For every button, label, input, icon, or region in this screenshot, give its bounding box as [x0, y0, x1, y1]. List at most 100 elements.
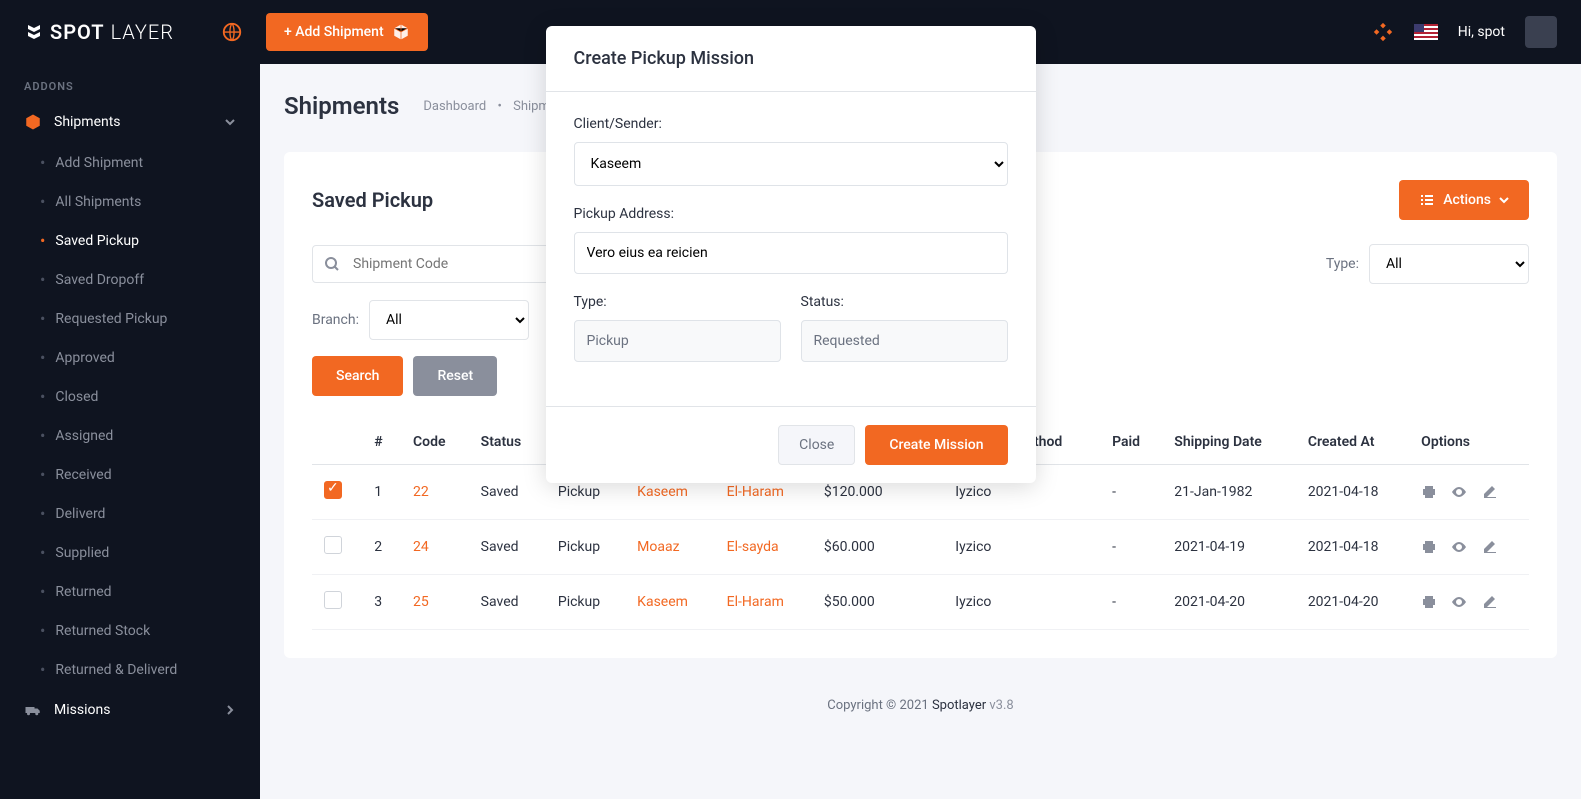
sidebar-item-assigned[interactable]: Assigned [0, 416, 260, 455]
chevron-down-icon [224, 116, 236, 128]
cell-num: 1 [362, 465, 401, 520]
type-filter-select[interactable]: All [1369, 244, 1529, 284]
chevron-right-icon [224, 704, 236, 716]
sidebar-item-label: Requested Pickup [55, 311, 167, 327]
footer: Copyright © 2021 Spotlayer v3.8 [284, 678, 1557, 733]
sidebar-item-label: Returned & Deliverd [55, 662, 177, 678]
card-title: Saved Pickup [312, 188, 433, 212]
search-button[interactable]: Search [312, 356, 403, 396]
list-icon [1419, 192, 1435, 208]
cell-client[interactable]: Kaseem [637, 594, 688, 610]
reset-button[interactable]: Reset [413, 356, 497, 396]
col-options: Options [1409, 420, 1529, 465]
row-checkbox[interactable] [324, 536, 342, 554]
cell-paid: - [1100, 575, 1162, 630]
sidebar-item-closed[interactable]: Closed [0, 377, 260, 416]
modal-title: Create Pickup Mission [574, 48, 1008, 69]
add-shipment-label: + Add Shipment [284, 24, 384, 40]
sidebar-item-supplied[interactable]: Supplied [0, 533, 260, 572]
print-icon[interactable] [1421, 484, 1437, 500]
add-shipment-button[interactable]: + Add Shipment [266, 13, 428, 51]
cell-branch[interactable]: El-Haram [727, 594, 784, 610]
cell-shipdate: 2021-04-19 [1162, 520, 1296, 575]
cell-cost: $60.000 [812, 520, 943, 575]
row-checkbox[interactable] [324, 591, 342, 609]
sidebar-item-label: Approved [55, 350, 114, 366]
sidebar-item-label: Saved Pickup [55, 233, 139, 249]
sidebar-item-returned-stock[interactable]: Returned Stock [0, 611, 260, 650]
create-mission-button[interactable]: Create Mission [865, 425, 1007, 465]
cell-code[interactable]: 25 [413, 594, 429, 610]
sidebar-item-all-shipments[interactable]: All Shipments [0, 182, 260, 221]
breadcrumb-dashboard[interactable]: Dashboard [423, 99, 486, 114]
sidebar-item-missions[interactable]: Missions [0, 689, 260, 731]
avatar[interactable] [1525, 16, 1557, 48]
cell-branch[interactable]: El-Haram [727, 484, 784, 500]
sidebar-item-label: Received [55, 467, 111, 483]
cell-created: 2021-04-18 [1296, 465, 1409, 520]
cell-client[interactable]: Moaaz [637, 539, 679, 555]
sidebar-item-label: Supplied [55, 545, 109, 561]
sidebar-section-addons: ADDONS [0, 64, 260, 101]
sidebar-item-saved-pickup[interactable]: Saved Pickup [0, 221, 260, 260]
truck-icon [24, 701, 42, 719]
actions-button[interactable]: Actions [1399, 180, 1529, 220]
row-checkbox[interactable] [324, 481, 342, 499]
sidebar-item-label: Deliverd [55, 506, 105, 522]
sidebar-item-requested-pickup[interactable]: Requested Pickup [0, 299, 260, 338]
cell-code[interactable]: 22 [413, 484, 429, 500]
cell-type: Pickup [546, 520, 625, 575]
sidebar-item-label: Closed [55, 389, 98, 405]
branch-filter-label: Branch: [312, 312, 359, 328]
client-select[interactable]: Kaseem [574, 142, 1008, 186]
sidebar-item-returned[interactable]: Returned [0, 572, 260, 611]
apps-icon[interactable] [1372, 21, 1394, 43]
close-button[interactable]: Close [778, 425, 855, 465]
col-shipdate: Shipping Date [1162, 420, 1296, 465]
sidebar-item-add-shipment[interactable]: Add Shipment [0, 143, 260, 182]
type-filter-label: Type: [1326, 256, 1359, 272]
print-icon[interactable] [1421, 539, 1437, 555]
footer-copyright: Copyright © 2021 [827, 698, 932, 713]
box-icon [24, 113, 42, 131]
address-input[interactable] [574, 232, 1008, 274]
eye-icon[interactable] [1451, 539, 1467, 555]
col-code: Code [401, 420, 469, 465]
cell-paid: - [1100, 465, 1162, 520]
print-icon[interactable] [1421, 594, 1437, 610]
sidebar-item-deliverd[interactable]: Deliverd [0, 494, 260, 533]
sidebar-item-saved-dropoff[interactable]: Saved Dropoff [0, 260, 260, 299]
cell-shipdate: 2021-04-20 [1162, 575, 1296, 630]
eye-icon[interactable] [1451, 484, 1467, 500]
create-mission-modal: Create Pickup Mission Client/Sender: Kas… [546, 26, 1036, 483]
logo[interactable]: SPOTLAYER [24, 20, 174, 44]
chevron-down-icon [1499, 195, 1509, 205]
eye-icon[interactable] [1451, 594, 1467, 610]
footer-brand-link[interactable]: Spotlayer [932, 698, 986, 713]
greeting-text: Hi, spot [1458, 24, 1505, 40]
table-row: 3 25 Saved Pickup Kaseem El-Haram $50.00… [312, 575, 1529, 630]
modal-body: Client/Sender: Kaseem Pickup Address: Ty… [546, 92, 1036, 406]
edit-icon[interactable] [1481, 484, 1497, 500]
table-row: 2 24 Saved Pickup Moaaz El-sayda $60.000… [312, 520, 1529, 575]
branch-filter-select[interactable]: All [369, 300, 529, 340]
sidebar-item-approved[interactable]: Approved [0, 338, 260, 377]
edit-icon[interactable] [1481, 539, 1497, 555]
globe-button[interactable] [214, 14, 250, 50]
cell-code[interactable]: 24 [413, 539, 429, 555]
cell-status: Saved [469, 575, 546, 630]
sidebar-item-returned-deliverd[interactable]: Returned & Deliverd [0, 650, 260, 689]
sidebar-item-received[interactable]: Received [0, 455, 260, 494]
sidebar-item-shipments[interactable]: Shipments [0, 101, 260, 143]
cell-client[interactable]: Kaseem [637, 484, 688, 500]
col-checkbox [312, 420, 362, 465]
cell-status: Saved [469, 465, 546, 520]
modal-type-input [574, 320, 781, 362]
col-created: Created At [1296, 420, 1409, 465]
cell-branch[interactable]: El-sayda [727, 539, 779, 555]
modal-status-label: Status: [801, 294, 1008, 310]
edit-icon[interactable] [1481, 594, 1497, 610]
sidebar-item-label: Saved Dropoff [55, 272, 144, 288]
flag-icon[interactable] [1414, 24, 1438, 40]
box-icon [392, 23, 410, 41]
